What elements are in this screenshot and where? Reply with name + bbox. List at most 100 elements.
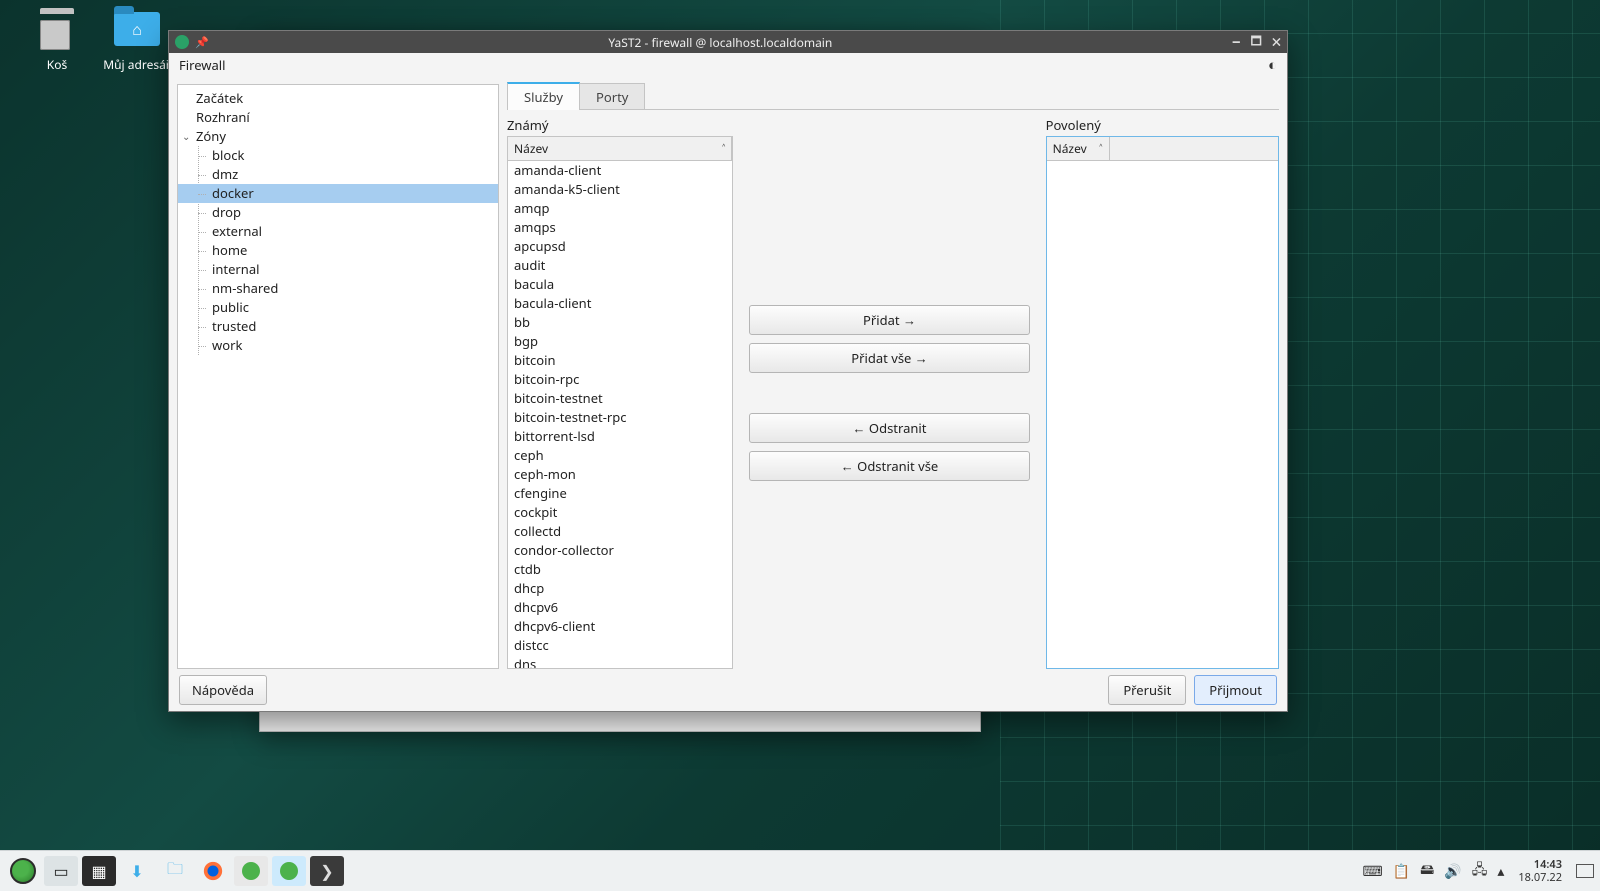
tree-zone-home[interactable]: home	[178, 241, 498, 260]
desktop-icon-trash[interactable]: Koš	[16, 6, 98, 73]
task-desktop[interactable]: ▭	[44, 856, 78, 886]
allowed-services-list[interactable]: Název ˄	[1046, 136, 1279, 669]
window-title: YaST2 - firewall @ localhost.localdomain	[209, 34, 1232, 51]
list-item[interactable]: dhcp	[508, 579, 732, 598]
tab-services[interactable]: Služby	[507, 82, 580, 110]
module-label: Firewall	[179, 56, 226, 74]
desktop: Koš ⌂ Můj adresář 📌 YaST2 - firewall @ l…	[0, 0, 1600, 891]
taskbar: ▭ ▦ ⬇ 🗀 ❯ ⌨ 📋 🖴 🔊 🖧 ▴ 14:43 18.07.22	[0, 850, 1600, 891]
accept-button[interactable]: Přijmout	[1194, 675, 1277, 705]
tree-zone-dmz[interactable]: dmz	[178, 165, 498, 184]
window-titlebar[interactable]: 📌 YaST2 - firewall @ localhost.localdoma…	[169, 31, 1287, 53]
tree-zone-nm-shared[interactable]: nm-shared	[178, 279, 498, 298]
app-launcher[interactable]	[6, 856, 40, 886]
desktop-icon-label: Koš	[16, 56, 98, 73]
tray-expand-icon[interactable]: ▴	[1497, 862, 1504, 881]
minimize-button[interactable]: 🗕	[1232, 32, 1241, 53]
list-item[interactable]: dhcpv6	[508, 598, 732, 617]
task-files[interactable]: 🗀	[158, 856, 192, 886]
desktop-icon-label: Můj adresář	[96, 56, 178, 73]
dark-mode-toggle-icon[interactable]: ◐	[1268, 55, 1277, 75]
list-item[interactable]: bacula-client	[508, 294, 732, 313]
add-all-button[interactable]: Přidat vše →	[749, 343, 1029, 373]
task-activities[interactable]: ▦	[82, 856, 116, 886]
chevron-down-icon[interactable]: ⌄	[182, 128, 190, 145]
remove-all-button[interactable]: ← Odstranit vše	[749, 451, 1029, 481]
list-item[interactable]: cockpit	[508, 503, 732, 522]
tab-ports[interactable]: Porty	[579, 83, 645, 110]
keyboard-layout-icon[interactable]: ⌨	[1362, 862, 1382, 881]
tabs: Služby Porty	[507, 84, 1279, 110]
list-item[interactable]: bitcoin-testnet	[508, 389, 732, 408]
task-discover[interactable]: ⬇	[120, 856, 154, 886]
trash-icon	[34, 6, 80, 52]
tree-zone-external[interactable]: external	[178, 222, 498, 241]
list-item[interactable]: amanda-client	[508, 161, 732, 180]
known-header-name[interactable]: Název ˄	[508, 137, 732, 160]
list-item[interactable]: distcc	[508, 636, 732, 655]
list-item[interactable]: amanda-k5-client	[508, 180, 732, 199]
yast-firewall-window: 📌 YaST2 - firewall @ localhost.localdoma…	[168, 30, 1288, 712]
list-item[interactable]: condor-collector	[508, 541, 732, 560]
list-item[interactable]: amqps	[508, 218, 732, 237]
transfer-buttons: Přidat → Přidat vše → ← Odstranit ← Odst…	[745, 116, 1033, 669]
firefox-icon	[202, 860, 224, 882]
list-item[interactable]: bitcoin-rpc	[508, 370, 732, 389]
navigation-tree[interactable]: Začátek Rozhraní ⌄ Zóny block dmz docker…	[177, 84, 499, 669]
volume-icon[interactable]: 🔊	[1444, 862, 1461, 881]
allowed-label: Povolený	[1046, 116, 1279, 134]
usb-icon[interactable]: 🖴	[1420, 859, 1434, 883]
task-terminal[interactable]: ❯	[310, 856, 344, 886]
tree-item-interfaces[interactable]: Rozhraní	[178, 108, 498, 127]
task-yast-bg[interactable]	[234, 856, 268, 886]
sort-asc-icon: ˄	[1099, 140, 1102, 157]
show-desktop-button[interactable]	[1576, 864, 1594, 878]
task-firefox[interactable]	[196, 856, 230, 886]
abort-button[interactable]: Přerušit	[1108, 675, 1186, 705]
help-button[interactable]: Nápověda	[179, 675, 267, 705]
sort-asc-icon: ˄	[722, 140, 725, 157]
tree-zone-internal[interactable]: internal	[178, 260, 498, 279]
network-icon[interactable]: 🖧	[1472, 859, 1488, 883]
task-yast-firewall[interactable]	[272, 856, 306, 886]
add-button[interactable]: Přidat →	[749, 305, 1029, 335]
list-item[interactable]: cfengine	[508, 484, 732, 503]
home-folder-icon: ⌂	[114, 6, 160, 52]
tree-zone-drop[interactable]: drop	[178, 203, 498, 222]
known-services-list[interactable]: Název ˄ amanda-clientamanda-k5-clientamq…	[507, 136, 733, 669]
tree-item-zones[interactable]: ⌄ Zóny	[178, 127, 498, 146]
tree-zone-docker[interactable]: docker	[178, 184, 498, 203]
list-item[interactable]: ctdb	[508, 560, 732, 579]
list-item[interactable]: bittorrent-lsd	[508, 427, 732, 446]
list-item[interactable]: dns	[508, 655, 732, 668]
list-item[interactable]: amqp	[508, 199, 732, 218]
list-item[interactable]: ceph	[508, 446, 732, 465]
list-item[interactable]: bb	[508, 313, 732, 332]
clipboard-icon[interactable]: 📋	[1393, 862, 1410, 881]
list-item[interactable]: bitcoin	[508, 351, 732, 370]
tree-zone-work[interactable]: work	[178, 336, 498, 355]
tree-zone-trusted[interactable]: trusted	[178, 317, 498, 336]
list-item[interactable]: bgp	[508, 332, 732, 351]
list-item[interactable]: dhcpv6-client	[508, 617, 732, 636]
allowed-header-name[interactable]: Název ˄	[1047, 137, 1110, 160]
tree-item-start[interactable]: Začátek	[178, 89, 498, 108]
app-icon	[175, 35, 189, 49]
list-item[interactable]: bitcoin-testnet-rpc	[508, 408, 732, 427]
tree-zone-block[interactable]: block	[178, 146, 498, 165]
zone-detail-panel: Služby Porty Známý Název ˄	[507, 84, 1279, 669]
close-button[interactable]: 🗙	[1272, 32, 1281, 53]
tree-zone-public[interactable]: public	[178, 298, 498, 317]
list-item[interactable]: apcupsd	[508, 237, 732, 256]
list-item[interactable]: bacula	[508, 275, 732, 294]
remove-button[interactable]: ← Odstranit	[749, 413, 1029, 443]
desktop-icon-home[interactable]: ⌂ Můj adresář	[96, 6, 178, 73]
pin-icon[interactable]: 📌	[195, 35, 209, 50]
list-item[interactable]: ceph-mon	[508, 465, 732, 484]
opensuse-logo-icon	[10, 858, 36, 884]
maximize-button[interactable]: 🗖	[1250, 32, 1261, 53]
clock[interactable]: 14:43 18.07.22	[1514, 858, 1566, 884]
list-item[interactable]: audit	[508, 256, 732, 275]
list-item[interactable]: collectd	[508, 522, 732, 541]
system-tray: ⌨ 📋 🖴 🔊 🖧 ▴ 14:43 18.07.22	[1362, 858, 1594, 884]
